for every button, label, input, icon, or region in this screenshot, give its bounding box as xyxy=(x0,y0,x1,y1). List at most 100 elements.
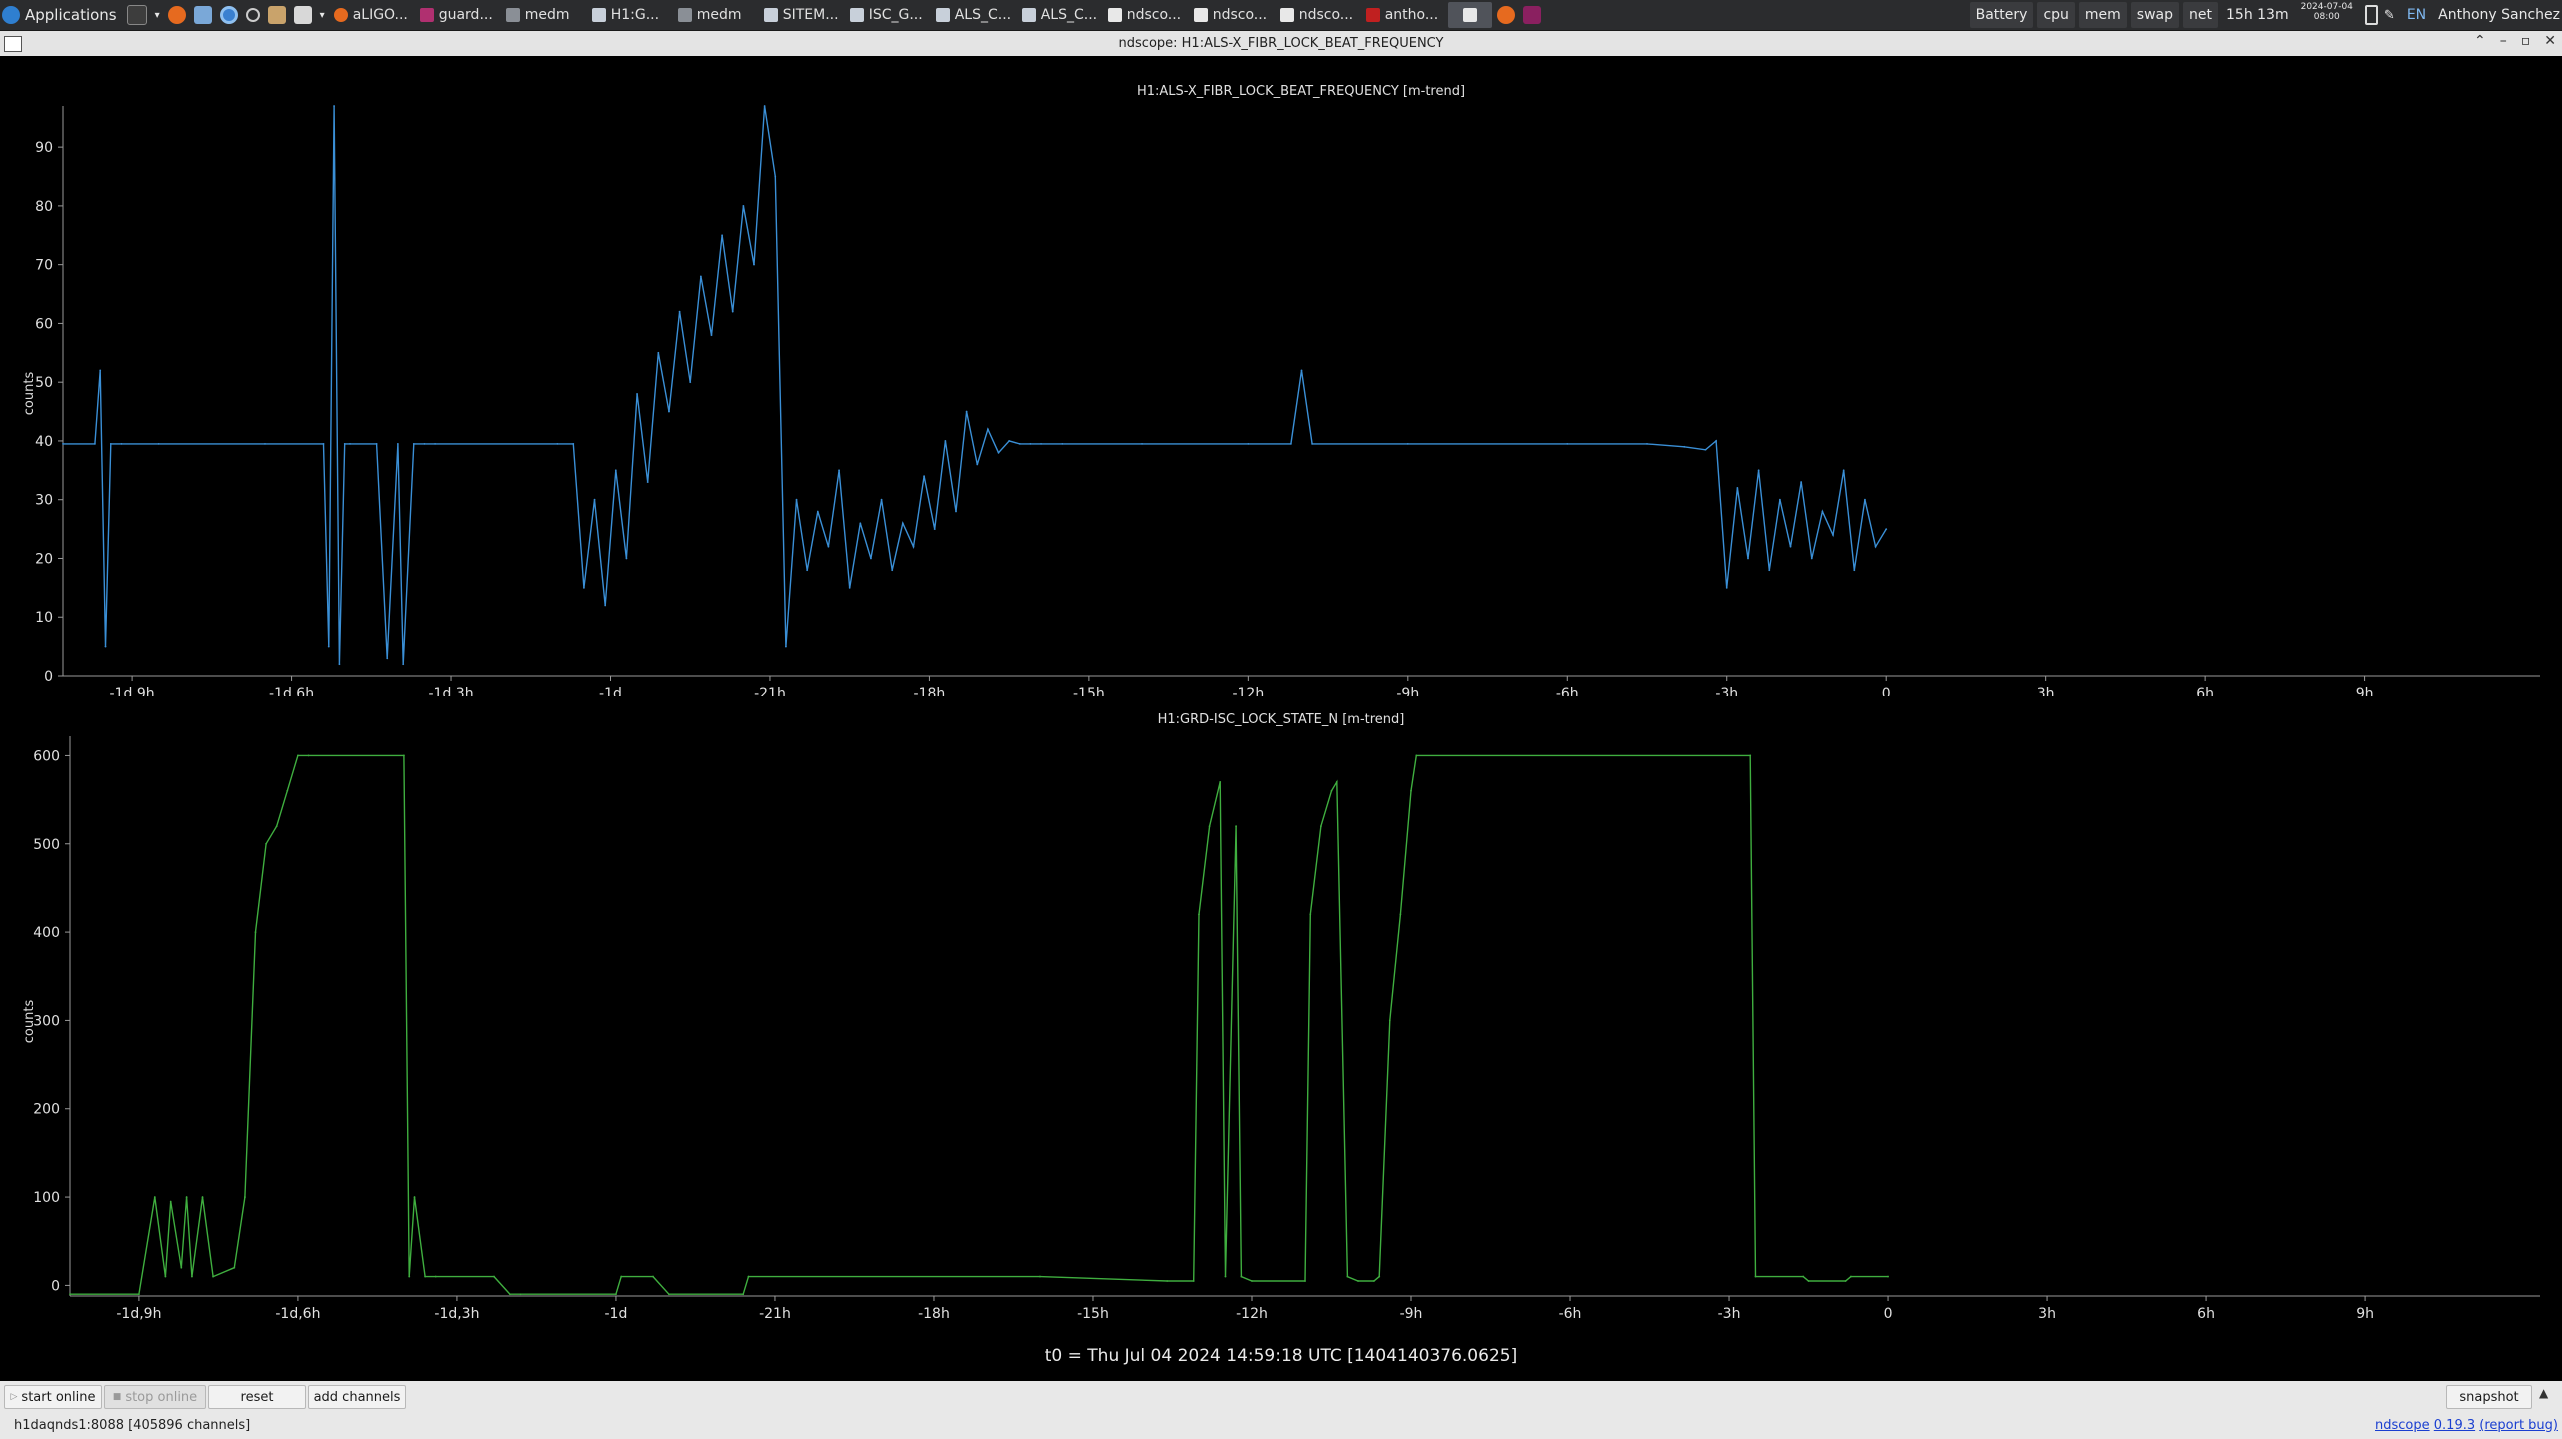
task-active-window[interactable] xyxy=(1447,2,1492,28)
data-point xyxy=(1192,1280,1195,1282)
task-guardian[interactable]: guard... xyxy=(416,2,499,28)
data-point xyxy=(1736,487,1739,489)
files-icon[interactable] xyxy=(193,6,212,24)
task-aligo[interactable]: aLIGO... xyxy=(330,2,413,28)
data-point xyxy=(396,442,399,445)
chevron-down-icon[interactable]: ▾ xyxy=(320,10,325,21)
user-menu[interactable]: Anthony Sanchez xyxy=(2432,2,2562,28)
task-als-c-1[interactable]: ALS_C... xyxy=(932,2,1015,28)
data-point xyxy=(1208,825,1211,827)
x-tick-label: -12h xyxy=(1232,686,1264,696)
data-point xyxy=(1251,1280,1253,1282)
network-icon[interactable]: ✎ xyxy=(2384,8,2395,23)
y-tick-label: 70 xyxy=(35,258,53,274)
task-ndscope-2[interactable]: ndsco... xyxy=(1190,2,1273,28)
clock[interactable]: 2024-07-04 08:00 xyxy=(2295,2,2359,28)
data-point xyxy=(965,410,968,413)
y-tick-label: 600 xyxy=(33,748,60,764)
data-point xyxy=(859,522,862,525)
task-als-c-2[interactable]: ALS_C... xyxy=(1018,2,1101,28)
monitor-icon xyxy=(849,8,864,22)
data-point xyxy=(1789,545,1792,548)
mem-monitor[interactable]: mem xyxy=(2078,2,2127,28)
cpu-monitor[interactable]: cpu xyxy=(2037,2,2075,28)
start-online-button[interactable]: ▷ start online xyxy=(4,1385,102,1409)
quicklaunch: ▾ ▾ xyxy=(122,0,330,30)
y-tick-label: 20 xyxy=(35,551,53,567)
keyboard-layout[interactable]: EN xyxy=(2401,2,2432,28)
monitor-icon xyxy=(763,8,778,22)
task-ndscope-1[interactable]: ndsco... xyxy=(1104,2,1187,28)
data-point xyxy=(1289,442,1292,445)
window-titlebar[interactable]: ndscope: H1:ALS-X_FIBR_LOCK_BEAT_FREQUEN… xyxy=(0,31,2562,56)
data-point xyxy=(1141,442,1143,445)
task-isc-g[interactable]: ISC_G... xyxy=(846,2,929,28)
swap-monitor[interactable]: swap xyxy=(2130,2,2180,28)
clock-time: 08:00 xyxy=(2313,12,2340,22)
task-sitemap[interactable]: SITEM... xyxy=(760,2,843,28)
stop-online-button[interactable]: ■ stop online xyxy=(104,1385,206,1409)
y-tick-label: 60 xyxy=(35,316,53,332)
data-point xyxy=(1018,442,1021,445)
maximize-icon[interactable]: ▫ xyxy=(2521,33,2531,49)
y-tick-label: 500 xyxy=(33,837,60,853)
series-line xyxy=(70,754,1888,1295)
ndscope-link[interactable]: ndscope xyxy=(2375,1418,2430,1433)
task-h1g[interactable]: H1:G... xyxy=(588,2,671,28)
monitor-icon xyxy=(591,8,606,22)
task-anthony[interactable]: antho... xyxy=(1362,2,1445,28)
report-bug-link[interactable]: (report bug) xyxy=(2479,1418,2558,1433)
firefox-icon[interactable] xyxy=(1496,6,1515,24)
chromium-icon[interactable] xyxy=(219,6,238,24)
version-link[interactable]: 0.19.3 xyxy=(2434,1418,2475,1433)
battery-monitor[interactable]: Battery xyxy=(1969,2,2034,28)
applications-menu[interactable]: Applications xyxy=(0,0,122,30)
plot-area[interactable]: H1:ALS-X_FIBR_LOCK_BEAT_FREQUENCY [m-tre… xyxy=(0,56,2562,1381)
x-tick-label: -9h xyxy=(1396,686,1419,696)
share-icon[interactable] xyxy=(245,8,260,22)
data-point xyxy=(806,569,809,572)
x-tick-label: -6h xyxy=(1559,1306,1582,1322)
data-point xyxy=(1832,534,1834,536)
x-tick-label: 6h xyxy=(2197,1306,2215,1322)
data-point xyxy=(1747,557,1749,560)
data-point xyxy=(625,557,628,560)
net-monitor[interactable]: net xyxy=(2183,2,2218,28)
start-online-label: start online xyxy=(21,1389,96,1405)
x-tick-label: 9h xyxy=(2356,686,2374,696)
close-icon[interactable]: ✕ xyxy=(2544,33,2556,49)
plot-bottom[interactable]: 0 100 200 300 400 500 600 -1d,9h -1d,6h -1d,3h -1d… xyxy=(0,696,2562,1376)
minimize-icon[interactable]: – xyxy=(2500,33,2507,49)
firefox-icon[interactable] xyxy=(167,6,186,24)
data-point xyxy=(1406,442,1409,445)
task-medm-2[interactable]: medm xyxy=(674,2,757,28)
task-medm-1[interactable]: medm xyxy=(502,2,585,28)
data-point xyxy=(997,451,1000,454)
x-tick-label: -15h xyxy=(1073,686,1105,696)
shade-icon[interactable]: ⌃ xyxy=(2474,33,2486,49)
battery-icon[interactable] xyxy=(2364,5,2378,25)
task-ndscope-3[interactable]: ndsco... xyxy=(1276,2,1359,28)
chevron-down-icon[interactable]: ▾ xyxy=(155,10,160,21)
chevron-up-icon[interactable]: ▲ xyxy=(2539,1386,2548,1400)
nds-server-status: h1daqnds1:8088 [405896 channels] xyxy=(14,1418,251,1433)
add-channels-button[interactable]: add channels xyxy=(308,1385,406,1409)
x-icon[interactable] xyxy=(1522,6,1541,24)
data-point xyxy=(747,1275,750,1278)
data-point xyxy=(604,604,607,607)
data-point xyxy=(1778,498,1781,501)
x-tick-label: -1d,9h xyxy=(110,686,155,696)
task-label: antho... xyxy=(1384,7,1439,23)
plot-top[interactable]: 0 10 20 30 40 50 60 70 80 90 -1d,9h -1d,6h -1d,3h -1d… xyxy=(0,56,2562,696)
window-menu-icon[interactable] xyxy=(4,36,22,52)
reset-button[interactable]: reset xyxy=(208,1385,306,1409)
data-point xyxy=(763,105,766,107)
data-point xyxy=(1754,1275,1757,1278)
snapshot-button[interactable]: snapshot xyxy=(2446,1385,2532,1409)
data-point xyxy=(104,645,107,648)
editor-icon[interactable] xyxy=(293,6,312,24)
monitor-icon xyxy=(935,8,950,22)
terminal-icon[interactable] xyxy=(126,5,147,25)
data-point xyxy=(99,369,102,372)
people-icon[interactable] xyxy=(267,6,286,24)
